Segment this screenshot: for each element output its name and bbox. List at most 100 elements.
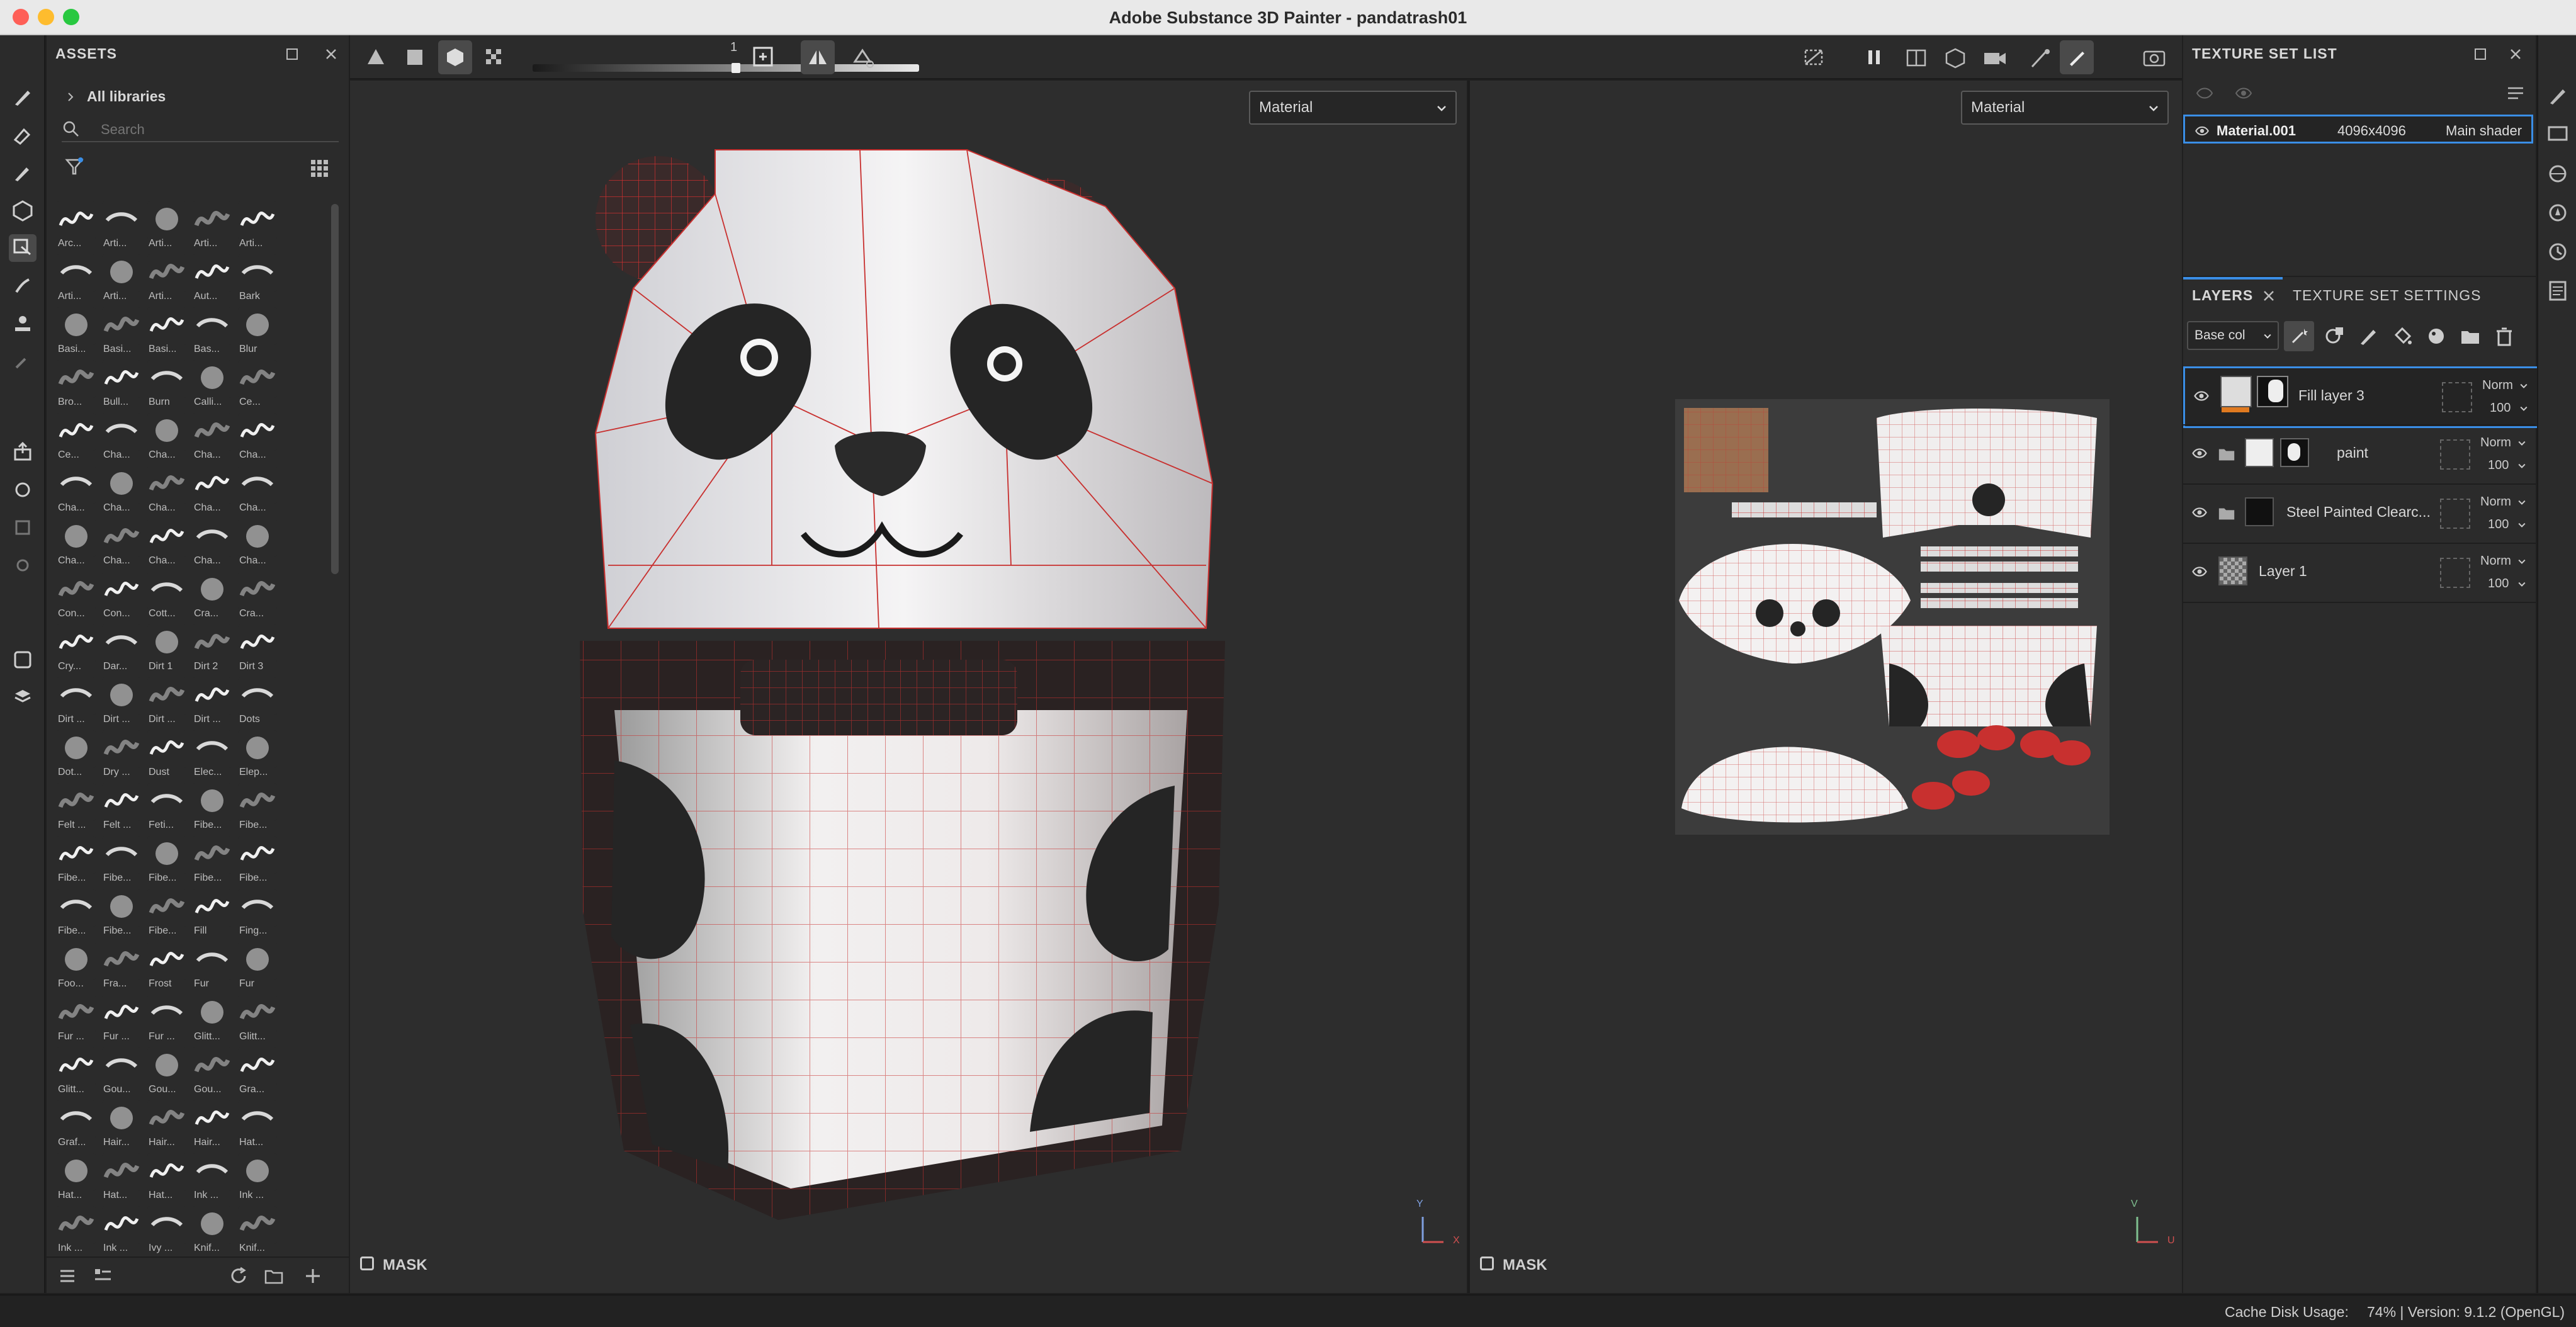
asset-thumbnail[interactable] (102, 413, 141, 451)
asset-thumbnail[interactable] (102, 254, 141, 292)
asset-thumbnail[interactable] (193, 519, 232, 556)
split-view-icon[interactable] (1904, 45, 1931, 73)
asset-thumbnail[interactable] (238, 1153, 277, 1191)
asset-thumbnail[interactable] (238, 1047, 277, 1085)
color-picker-tool[interactable] (9, 347, 37, 375)
paint-brush-tool[interactable] (9, 83, 37, 111)
asset-thumbnail[interactable] (102, 1153, 141, 1191)
asset-thumbnail[interactable] (57, 1100, 96, 1138)
asset-thumbnail[interactable] (57, 1153, 96, 1191)
asset-thumbnail[interactable] (57, 783, 96, 821)
display-tool[interactable] (2544, 121, 2572, 149)
eye-icon[interactable] (2191, 504, 2208, 521)
asset-thumbnail[interactable] (147, 519, 186, 556)
texture-set-row[interactable]: Material.001 4096x4096 Main shader (2183, 115, 2533, 144)
tab-layers[interactable]: LAYERS (2192, 287, 2253, 304)
asset-thumbnail[interactable] (193, 889, 232, 927)
hide-ui-icon[interactable] (1802, 45, 1826, 69)
asset-thumbnail[interactable] (238, 201, 277, 239)
checker-icon[interactable] (482, 45, 506, 69)
asset-thumbnail[interactable] (238, 783, 277, 821)
asset-thumbnail[interactable] (193, 730, 232, 768)
asset-search-field[interactable] (62, 117, 339, 142)
list-view-icon[interactable] (57, 1265, 78, 1287)
asset-thumbnail[interactable] (147, 836, 186, 874)
eye-hidden-icon[interactable] (2195, 83, 2215, 103)
uv-mask-checkbox[interactable] (1480, 1256, 1494, 1270)
asset-thumbnail[interactable] (238, 624, 277, 662)
asset-thumbnail[interactable] (147, 413, 186, 451)
viewer-settings-tool[interactable] (9, 684, 37, 711)
asset-thumbnail[interactable] (57, 360, 96, 398)
asset-thumbnail[interactable] (238, 413, 277, 451)
add-folder-icon[interactable] (2459, 325, 2482, 347)
asset-thumbnail[interactable] (102, 783, 141, 821)
asset-thumbnail[interactable] (102, 1047, 141, 1085)
smudge-tool[interactable] (9, 272, 37, 300)
asset-thumbnail[interactable] (193, 1100, 232, 1138)
panda-trash-model[interactable] (507, 131, 1288, 1233)
environment-tool[interactable] (2544, 160, 2572, 188)
asset-thumbnail[interactable] (147, 254, 186, 292)
asset-thumbnail[interactable] (102, 624, 141, 662)
square-icon[interactable] (403, 45, 427, 69)
asset-thumbnail[interactable] (147, 1206, 186, 1244)
add-mask-icon[interactable] (2323, 325, 2346, 347)
asset-thumbnail[interactable] (238, 1206, 277, 1244)
history-tool[interactable] (2544, 238, 2572, 266)
camera-icon[interactable] (1982, 45, 2009, 73)
pause-icon[interactable] (1862, 45, 1886, 69)
asset-thumbnail[interactable] (147, 783, 186, 821)
filter-icon[interactable] (63, 155, 87, 179)
library-breadcrumb[interactable]: All libraries (87, 88, 166, 105)
asset-thumbnail[interactable] (102, 889, 141, 927)
asset-thumbnail[interactable] (193, 783, 232, 821)
asset-scrollbar[interactable] (331, 204, 339, 574)
asset-thumbnail[interactable] (57, 730, 96, 768)
asset-thumbnail[interactable] (147, 889, 186, 927)
layer-row[interactable]: Layer 1 Norm 100 (2183, 544, 2536, 602)
asset-thumbnail[interactable] (57, 572, 96, 609)
asset-thumbnail[interactable] (238, 307, 277, 345)
layer-opacity[interactable]: 100 (2488, 458, 2509, 473)
chevron-right-icon[interactable] (64, 91, 77, 103)
layer-opacity[interactable]: 100 (2490, 401, 2511, 415)
asset-thumbnail[interactable] (102, 519, 141, 556)
asset-thumbnail[interactable] (102, 942, 141, 980)
triangle-icon[interactable] (364, 45, 388, 69)
log-tool[interactable] (2544, 277, 2572, 305)
bake-tool[interactable] (9, 476, 37, 504)
asset-thumbnail[interactable] (193, 307, 232, 345)
asset-thumbnail[interactable] (147, 466, 186, 504)
add-paint-layer-icon[interactable] (2357, 325, 2380, 347)
eraser-tool[interactable] (9, 121, 37, 149)
asset-thumbnail[interactable] (57, 254, 96, 292)
asset-thumbnail[interactable] (193, 836, 232, 874)
asset-thumbnail[interactable] (57, 413, 96, 451)
3d-viewport[interactable]: Material Y X MASK (350, 81, 1467, 1293)
asset-thumbnail[interactable] (238, 677, 277, 715)
asset-thumbnail[interactable] (193, 1153, 232, 1191)
asset-thumbnail[interactable] (238, 360, 277, 398)
detail-view-icon[interactable] (92, 1265, 113, 1287)
uv-texture-map[interactable] (1675, 399, 2110, 835)
3d-view-icon[interactable] (1943, 45, 1970, 73)
symmetry-button[interactable] (801, 40, 835, 74)
asset-thumbnail[interactable] (102, 995, 141, 1032)
asset-thumbnail[interactable] (238, 466, 277, 504)
screenshot-icon[interactable] (2140, 44, 2168, 72)
asset-thumbnail[interactable] (102, 466, 141, 504)
asset-thumbnail[interactable] (57, 677, 96, 715)
asset-thumbnail[interactable] (147, 624, 186, 662)
undock-icon[interactable] (2473, 47, 2488, 62)
blend-mode[interactable]: Norm (2480, 436, 2511, 450)
close-icon[interactable] (2508, 47, 2523, 62)
undock-icon[interactable] (285, 47, 300, 62)
asset-thumbnail[interactable] (193, 413, 232, 451)
refresh-icon[interactable] (228, 1265, 249, 1287)
asset-thumbnail[interactable] (102, 730, 141, 768)
asset-thumbnail[interactable] (102, 1206, 141, 1244)
asset-thumbnail[interactable] (147, 1100, 186, 1138)
asset-thumbnail[interactable] (102, 307, 141, 345)
preset-icon[interactable] (750, 44, 776, 69)
